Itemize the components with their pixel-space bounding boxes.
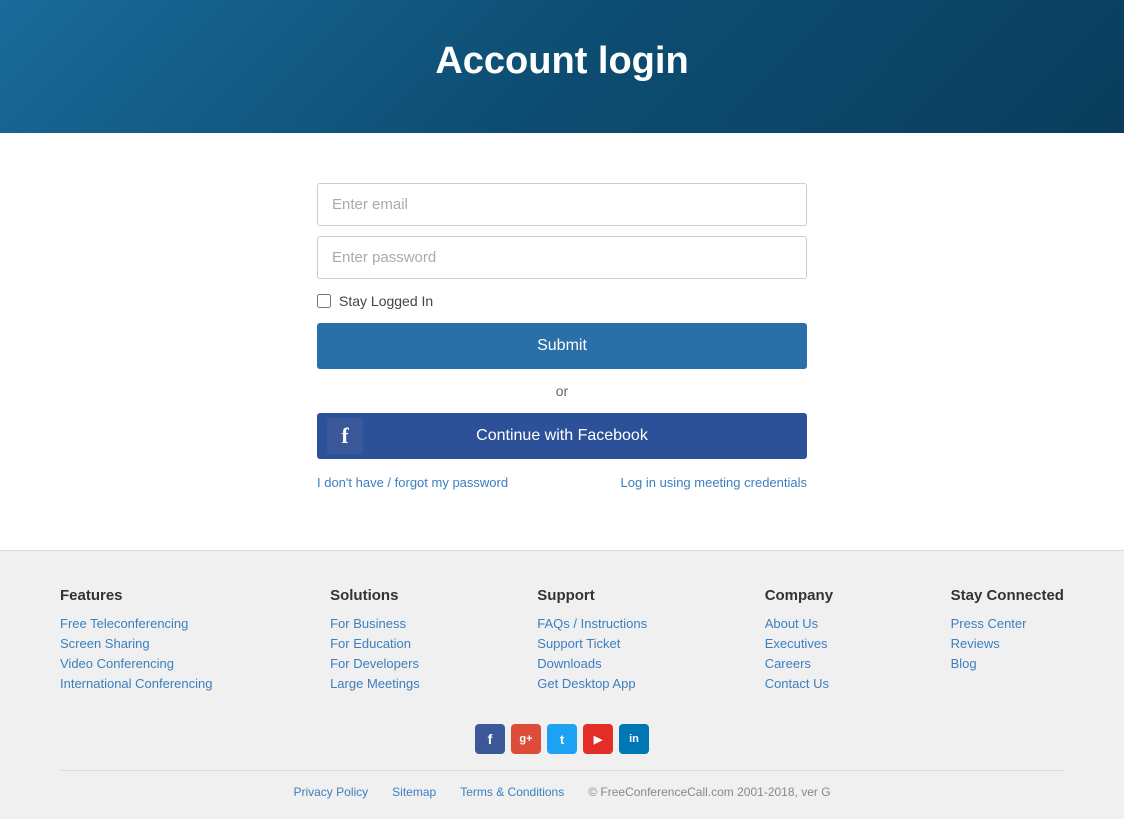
page-header: Account login [0,0,1124,133]
footer-col-connected: Stay Connected Press Center Reviews Blog [951,587,1064,696]
page-footer: Features Free Teleconferencing Screen Sh… [0,550,1124,819]
page-title: Account login [20,40,1104,83]
footer-link-about[interactable]: About Us [765,616,833,631]
stay-logged-in-row: Stay Logged In [317,293,807,309]
footer-link-developers[interactable]: For Developers [330,656,420,671]
footer-link-business[interactable]: For Business [330,616,420,631]
facebook-button[interactable]: f Continue with Facebook [317,413,807,459]
sitemap-link[interactable]: Sitemap [392,785,436,799]
social-icons-row: f g+ t ▶ in [475,724,649,754]
facebook-button-label: Continue with Facebook [331,427,793,445]
footer-col-company: Company About Us Executives Careers Cont… [765,587,833,696]
form-links: I don't have / forgot my password Log in… [317,475,807,490]
or-divider: or [317,383,807,399]
footer-link-teleconferencing[interactable]: Free Teleconferencing [60,616,213,631]
main-content: Stay Logged In Submit or f Continue with… [0,133,1124,550]
footer-link-executives[interactable]: Executives [765,636,833,651]
terms-link[interactable]: Terms & Conditions [460,785,564,799]
footer-link-careers[interactable]: Careers [765,656,833,671]
facebook-icon: f [341,423,348,449]
social-facebook-icon[interactable]: f [475,724,505,754]
footer-solutions-heading: Solutions [330,587,420,604]
footer-col-features: Features Free Teleconferencing Screen Sh… [60,587,213,696]
footer-link-contact[interactable]: Contact Us [765,676,833,691]
stay-logged-in-checkbox[interactable] [317,294,331,308]
footer-col-support: Support FAQs / Instructions Support Tick… [537,587,647,696]
footer-col-solutions: Solutions For Business For Education For… [330,587,420,696]
meeting-credentials-link[interactable]: Log in using meeting credentials [621,475,807,490]
copyright-text: © FreeConferenceCall.com 2001-2018, ver … [588,785,830,799]
footer-connected-heading: Stay Connected [951,587,1064,604]
footer-link-downloads[interactable]: Downloads [537,656,647,671]
footer-features-heading: Features [60,587,213,604]
login-form: Stay Logged In Submit or f Continue with… [317,183,807,490]
forgot-password-link[interactable]: I don't have / forgot my password [317,475,508,490]
submit-button[interactable]: Submit [317,323,807,369]
footer-link-faqs[interactable]: FAQs / Instructions [537,616,647,631]
footer-link-support-ticket[interactable]: Support Ticket [537,636,647,651]
footer-link-international[interactable]: International Conferencing [60,676,213,691]
footer-bottom: Privacy Policy Sitemap Terms & Condition… [60,770,1064,799]
footer-link-screen-sharing[interactable]: Screen Sharing [60,636,213,651]
footer-social: f g+ t ▶ in [60,724,1064,754]
footer-support-heading: Support [537,587,647,604]
footer-link-reviews[interactable]: Reviews [951,636,1064,651]
social-twitter-icon[interactable]: t [547,724,577,754]
footer-link-education[interactable]: For Education [330,636,420,651]
social-youtube-icon[interactable]: ▶ [583,724,613,754]
social-linkedin-icon[interactable]: in [619,724,649,754]
privacy-policy-link[interactable]: Privacy Policy [293,785,368,799]
footer-link-press[interactable]: Press Center [951,616,1064,631]
email-input[interactable] [317,183,807,226]
footer-link-large-meetings[interactable]: Large Meetings [330,676,420,691]
footer-company-heading: Company [765,587,833,604]
footer-link-video-conferencing[interactable]: Video Conferencing [60,656,213,671]
stay-logged-in-label: Stay Logged In [339,293,433,309]
footer-link-blog[interactable]: Blog [951,656,1064,671]
footer-link-desktop-app[interactable]: Get Desktop App [537,676,647,691]
password-input[interactable] [317,236,807,279]
footer-columns: Features Free Teleconferencing Screen Sh… [60,587,1064,696]
social-googleplus-icon[interactable]: g+ [511,724,541,754]
facebook-icon-wrap: f [327,418,363,454]
